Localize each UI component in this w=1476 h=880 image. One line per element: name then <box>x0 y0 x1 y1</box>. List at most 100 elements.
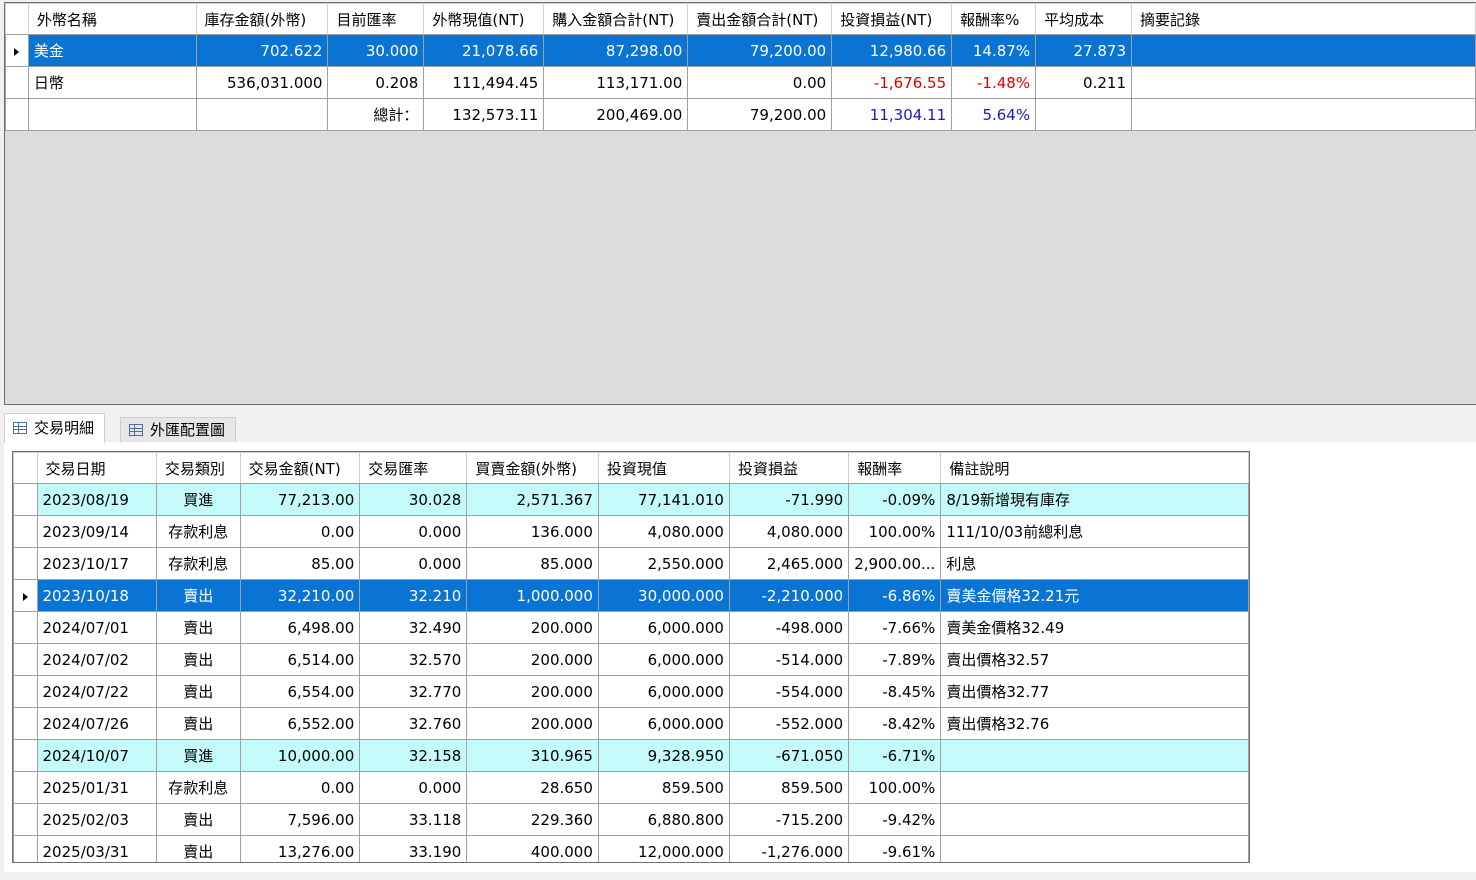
cell-roi[interactable]: 14.87% <box>951 34 1037 67</box>
row-selector[interactable] <box>13 803 38 836</box>
cell-profit-loss[interactable]: -71.990 <box>728 483 850 516</box>
cell-amount[interactable]: 6,514.00 <box>239 643 361 676</box>
row-selector[interactable] <box>13 771 38 804</box>
col-header-memo[interactable]: 摘要記錄 <box>1131 3 1476 35</box>
cell-rate[interactable]: 0.000 <box>359 515 468 548</box>
table-row[interactable]: 2024/07/01 賣出 6,498.00 32.490 200.000 6,000.0… <box>13 611 1249 644</box>
cell-fx-amount[interactable]: 400.000 <box>466 835 599 862</box>
cell-rate[interactable]: 33.118 <box>359 803 468 836</box>
cell-roi[interactable]: -0.09% <box>848 483 942 516</box>
cell-rate[interactable]: 0.000 <box>359 547 468 580</box>
col-header-sell-total[interactable]: 賣出金額合計(NT) <box>687 3 833 35</box>
cell-type[interactable]: 存款利息 <box>155 547 241 580</box>
cell-type[interactable]: 存款利息 <box>155 771 241 804</box>
cell-profit-loss[interactable]: -715.200 <box>728 803 850 836</box>
cell-date[interactable]: 2024/07/26 <box>36 707 157 740</box>
cell-amount[interactable]: 0.00 <box>239 515 361 548</box>
col-header-note[interactable]: 備註說明 <box>940 452 1249 484</box>
cell-value[interactable]: 6,880.800 <box>597 803 730 836</box>
cell-profit-loss[interactable]: 2,465.000 <box>728 547 850 580</box>
tab-transaction-details[interactable]: 交易明細 <box>4 413 106 443</box>
cell-roi[interactable]: -6.71% <box>848 739 942 772</box>
row-selector[interactable] <box>13 611 38 644</box>
cell-rate[interactable]: 32.158 <box>359 739 468 772</box>
cell-value[interactable]: 77,141.010 <box>597 483 730 516</box>
cell-type[interactable]: 賣出 <box>155 643 241 676</box>
col-header-current-rate[interactable]: 目前匯率 <box>327 3 425 35</box>
table-row[interactable]: 2025/02/03 賣出 7,596.00 33.118 229.360 6,880.8… <box>13 803 1249 836</box>
row-selector[interactable] <box>13 483 38 516</box>
cell-fx-amount[interactable]: 200.000 <box>466 707 599 740</box>
cell-holding[interactable]: 702.622 <box>195 34 329 67</box>
cell-date[interactable]: 2023/08/19 <box>36 483 157 516</box>
cell-type[interactable]: 存款利息 <box>155 515 241 548</box>
cell-value[interactable]: 4,080.000 <box>597 515 730 548</box>
cell-profit-loss[interactable]: -671.050 <box>728 739 850 772</box>
cell-value[interactable]: 30,000.000 <box>597 579 730 612</box>
cell-date[interactable]: 2024/07/01 <box>36 611 157 644</box>
currency-summary-grid[interactable]: 外幣名稱 庫存金額(外幣) 目前匯率 外幣現值(NT) 購入金額合計(NT) 賣… <box>5 3 1476 131</box>
cell-fx-amount[interactable]: 28.650 <box>466 771 599 804</box>
cell-profit-loss[interactable]: -1,276.000 <box>728 835 850 862</box>
col-header-rate[interactable]: 交易匯率 <box>359 452 468 484</box>
cell-profit-loss[interactable]: -554.000 <box>728 675 850 708</box>
col-header-fx-amount[interactable]: 買賣金額(外幣) <box>466 452 599 484</box>
cell-note[interactable]: 利息 <box>940 547 1249 580</box>
cell-fx-amount[interactable]: 1,000.000 <box>466 579 599 612</box>
cell-profit-loss[interactable]: -498.000 <box>728 611 850 644</box>
cell-fx-amount[interactable]: 136.000 <box>466 515 599 548</box>
tab-fx-allocation-chart[interactable]: 外匯配置圖 <box>120 417 237 442</box>
cell-fx-amount[interactable]: 85.000 <box>466 547 599 580</box>
cell-value[interactable]: 859.500 <box>597 771 730 804</box>
table-row[interactable]: 2024/07/22 賣出 6,554.00 32.770 200.000 6,000.0… <box>13 675 1249 708</box>
cell-roi[interactable]: -8.45% <box>848 675 942 708</box>
col-header-type[interactable]: 交易類別 <box>155 452 241 484</box>
cell-value[interactable]: 6,000.000 <box>597 611 730 644</box>
col-header-roi[interactable]: 報酬率% <box>951 3 1037 35</box>
cell-buy-total[interactable]: 113,171.00 <box>543 66 689 99</box>
cell-date[interactable]: 2025/01/31 <box>36 771 157 804</box>
cell-profit-loss[interactable]: 12,980.66 <box>831 34 953 67</box>
row-selector[interactable] <box>13 643 38 676</box>
cell-date[interactable]: 2023/09/14 <box>36 515 157 548</box>
cell-profit-loss[interactable]: -1,676.55 <box>831 66 953 99</box>
col-header-avg-cost[interactable]: 平均成本 <box>1035 3 1132 35</box>
cell-sell-total[interactable]: 0.00 <box>687 66 833 99</box>
table-row[interactable]: 2023/08/19 買進 77,213.00 30.028 2,571.367 77,1… <box>13 483 1249 516</box>
cell-profit-loss[interactable]: -514.000 <box>728 643 850 676</box>
col-header-amount[interactable]: 交易金額(NT) <box>239 452 361 484</box>
cell-roi[interactable]: -8.42% <box>848 707 942 740</box>
cell-profit-loss[interactable]: 859.500 <box>728 771 850 804</box>
cell-note[interactable]: 賣出價格32.57 <box>940 643 1249 676</box>
cell-value[interactable]: 9,328.950 <box>597 739 730 772</box>
cell-fx-amount[interactable]: 2,571.367 <box>466 483 599 516</box>
cell-amount[interactable]: 10,000.00 <box>239 739 361 772</box>
cell-present-value[interactable]: 111,494.45 <box>423 66 545 99</box>
col-header-date[interactable]: 交易日期 <box>36 452 157 484</box>
cell-memo[interactable] <box>1131 66 1476 99</box>
cell-holding[interactable]: 536,031.000 <box>195 66 329 99</box>
cell-current-rate[interactable]: 0.208 <box>327 66 425 99</box>
cell-present-value[interactable]: 21,078.66 <box>423 34 545 67</box>
row-selector[interactable] <box>5 66 29 99</box>
cell-date[interactable]: 2024/07/02 <box>36 643 157 676</box>
cell-rate[interactable]: 32.490 <box>359 611 468 644</box>
col-header-holding[interactable]: 庫存金額(外幣) <box>195 3 329 35</box>
col-header-currency-name[interactable]: 外幣名稱 <box>27 3 197 35</box>
cell-amount[interactable]: 77,213.00 <box>239 483 361 516</box>
cell-value[interactable]: 6,000.000 <box>597 707 730 740</box>
cell-note[interactable] <box>940 771 1249 804</box>
col-header-buy-total[interactable]: 購入金額合計(NT) <box>543 3 689 35</box>
cell-roi[interactable]: 2,900.00... <box>848 547 942 580</box>
cell-memo[interactable] <box>1131 34 1476 67</box>
col-header-present-value[interactable]: 外幣現值(NT) <box>423 3 545 35</box>
row-selector[interactable] <box>5 34 29 67</box>
cell-value[interactable]: 2,550.000 <box>597 547 730 580</box>
cell-roi[interactable]: -7.66% <box>848 611 942 644</box>
cell-note[interactable] <box>940 803 1249 836</box>
row-selector[interactable] <box>13 515 38 548</box>
cell-date[interactable]: 2024/10/07 <box>36 739 157 772</box>
cell-date[interactable]: 2024/07/22 <box>36 675 157 708</box>
col-header-profit-loss[interactable]: 投資損益 <box>728 452 850 484</box>
cell-roi[interactable]: -9.42% <box>848 803 942 836</box>
